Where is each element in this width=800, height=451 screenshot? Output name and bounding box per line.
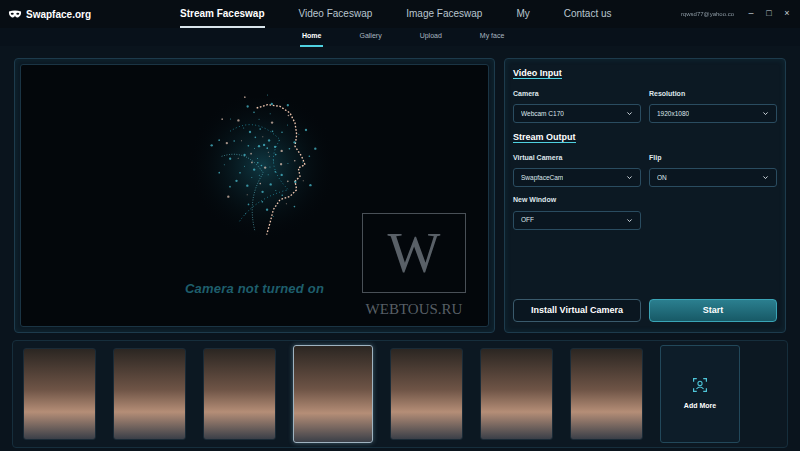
field: Flip ON	[645, 153, 781, 188]
face-card[interactable]	[203, 348, 276, 440]
app-logo[interactable]: Swapface.org	[8, 7, 128, 22]
camera-preview: Camera not turned on W WEBTOUS.RU	[20, 64, 489, 327]
button-cell: Install Virtual Camera	[509, 298, 645, 322]
account-email[interactable]: rqwsd77@yahoo.co	[681, 10, 734, 19]
chevron-down-icon	[762, 110, 769, 117]
main-tab[interactable]: My	[516, 0, 529, 28]
sub-tab[interactable]: Gallery	[357, 28, 383, 47]
face-card[interactable]	[480, 348, 553, 440]
dropdown[interactable]: SwapfaceCam	[513, 168, 641, 187]
watermark-site: WEBTOUS.RU	[362, 298, 466, 321]
section-title-text: Stream Output	[513, 132, 576, 143]
add-more-button[interactable]: Add More	[660, 345, 740, 443]
face-art-icon	[180, 83, 330, 263]
face-card[interactable]	[293, 345, 373, 443]
dropdown[interactable]: ON	[649, 168, 777, 187]
main-tab[interactable]: Stream Faceswap	[180, 0, 265, 28]
chevron-down-icon	[762, 174, 769, 181]
field-label: Virtual Camera	[513, 153, 641, 164]
window-controls: rqwsd77@yahoo.co –□ ×	[681, 7, 792, 21]
minimize-button[interactable]: –	[746, 7, 756, 21]
install-button[interactable]: Install Virtual Camera	[513, 299, 641, 322]
close-button[interactable]: ×	[782, 7, 792, 21]
face-scan-icon	[692, 377, 708, 393]
watermark: W WEBTOUS.RU	[362, 213, 466, 321]
dropdown[interactable]: Webcam C170	[513, 104, 641, 123]
dropdown-value: Webcam C170	[521, 109, 564, 119]
field: New Window OFF	[509, 195, 645, 230]
field: Camera Webcam C170	[509, 89, 645, 124]
mask-icon	[8, 10, 22, 19]
sub-tab[interactable]: My face	[478, 28, 507, 47]
action-buttons: Install Virtual Camera Start	[509, 290, 781, 322]
app-title: Swapface.org	[26, 7, 91, 22]
section-title-text: Video Input	[513, 68, 562, 79]
title-bar: Swapface.org Stream Faceswap Video Faceswa…	[0, 0, 800, 28]
sub-tab[interactable]: Upload	[418, 28, 444, 47]
section-title: Video Input	[513, 67, 777, 81]
dropdown-value: SwapfaceCam	[521, 173, 563, 183]
stream-output-section: Stream Output Virtual Camera SwapfaceCam Fl…	[513, 131, 777, 230]
face-card[interactable]	[113, 348, 186, 440]
field-grid: Camera Webcam C170 Resolution 1920x1080	[509, 81, 781, 124]
chevron-down-icon	[626, 217, 633, 224]
watermark-letter: W	[362, 213, 466, 293]
main-tab[interactable]: Image Faceswap	[406, 0, 482, 28]
settings-panel: Video Input Camera Webcam C170 Resolution 19…	[504, 58, 786, 333]
face-card[interactable]	[23, 348, 96, 440]
section-title: Stream Output	[513, 131, 777, 145]
main-tabs: Stream Faceswap Video Faceswap Image Faces…	[180, 0, 612, 28]
video-input-section: Video Input Camera Webcam C170 Resolution 19…	[513, 67, 777, 123]
maximize-button[interactable]: □	[764, 7, 774, 21]
field-label: New Window	[513, 195, 641, 206]
preview-panel: Camera not turned on W WEBTOUS.RU	[14, 58, 495, 333]
chevron-down-icon	[626, 174, 633, 181]
face-card[interactable]	[570, 348, 643, 440]
main-area: Camera not turned on W WEBTOUS.RU Video Inp…	[0, 46, 800, 333]
start-button[interactable]: Start	[649, 299, 777, 322]
chevron-down-icon	[626, 110, 633, 117]
dropdown-value: ON	[657, 173, 667, 183]
field: Virtual Camera SwapfaceCam	[509, 153, 645, 188]
field-grid: Virtual Camera SwapfaceCam Flip ON New Windo…	[509, 145, 781, 230]
main-tab[interactable]: Contact us	[564, 0, 612, 28]
camera-status: Camera not turned on	[185, 279, 324, 299]
face-card[interactable]	[390, 348, 463, 440]
field-label: Resolution	[649, 89, 777, 100]
dropdown[interactable]: 1920x1080	[649, 104, 777, 123]
dropdown-value: 1920x1080	[657, 109, 689, 119]
face-strip: Add More	[12, 340, 788, 448]
dropdown[interactable]: OFF	[513, 211, 641, 230]
dropdown-value: OFF	[521, 215, 534, 225]
field: Resolution 1920x1080	[645, 89, 781, 124]
main-tab[interactable]: Video Faceswap	[299, 0, 373, 28]
sub-tabs: Home Gallery Upload My face	[0, 28, 800, 46]
add-more-label: Add More	[684, 401, 716, 412]
field-label: Camera	[513, 89, 641, 100]
sub-tab[interactable]: Home	[300, 28, 323, 47]
field-label: Flip	[649, 153, 777, 164]
button-cell: Start	[645, 298, 781, 322]
